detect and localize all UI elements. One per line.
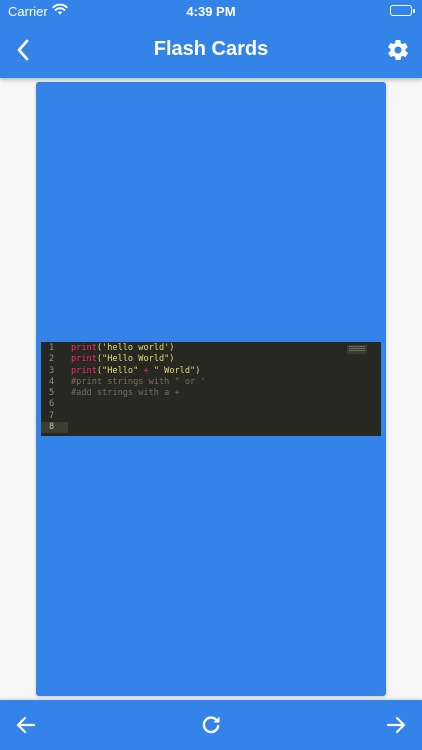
battery-icon [390,5,415,16]
code-text: #print strings with " or ' [71,377,206,388]
code-text: print("Hello" + " World") [71,366,200,377]
status-time: 4:39 PM [186,4,236,19]
code-token: #print strings with " or ' [71,376,206,387]
code-text: print('hello world') [71,343,174,354]
line-number: 7 [49,410,55,421]
reload-icon [202,716,220,734]
arrow-left-icon [16,716,36,734]
settings-button[interactable] [386,38,410,62]
flash-cards-screen: Carrier 4:39 PM Flash Cards 1 print('hel… [0,0,422,750]
code-token: " World") [148,365,201,376]
next-card-button[interactable] [384,713,408,737]
code-line: 6 [41,399,381,410]
nav-bar: Flash Cards [0,22,422,78]
header: Carrier 4:39 PM Flash Cards [0,0,422,78]
status-bar: Carrier 4:39 PM [0,0,422,22]
reload-button[interactable] [199,713,223,737]
code-token: ("Hello" [96,365,144,376]
code-line: 4 #print strings with " or ' [41,377,381,388]
line-number: 5 [49,388,55,399]
code-token: print [71,343,97,353]
line-number: 8 [41,422,68,434]
code-line: 1 print('hello world') [41,343,381,354]
code-token: print [71,365,97,376]
code-line: 8 [41,422,381,434]
flash-card[interactable]: 1 print('hello world') 2 print("Hello World… [36,82,386,696]
code-line: 7 [41,411,381,422]
code-line: 2 print("Hello World") [41,354,381,365]
code-token: #add strings with a + [71,388,180,399]
bottom-toolbar [0,700,422,750]
line-number: 2 [49,354,55,365]
line-number: 3 [49,365,55,376]
previous-card-button[interactable] [14,713,38,737]
code-token: ('hello world') [96,343,175,353]
code-token: ("Hello World") [96,354,175,365]
line-number: 1 [49,343,55,353]
gear-icon [388,39,408,61]
code-line: 3 print("Hello" + " World") [41,366,381,377]
code-text: print("Hello World") [71,354,174,365]
line-number: 4 [49,376,55,387]
code-line: 5 #add strings with a + [41,388,381,399]
line-number: 6 [49,399,55,410]
page-title: Flash Cards [153,38,269,60]
code-token: print [71,354,97,365]
code-editor-image: 1 print('hello world') 2 print("Hello World… [41,342,381,436]
arrow-right-icon [386,716,406,734]
code-text: #add strings with a + [71,388,180,399]
